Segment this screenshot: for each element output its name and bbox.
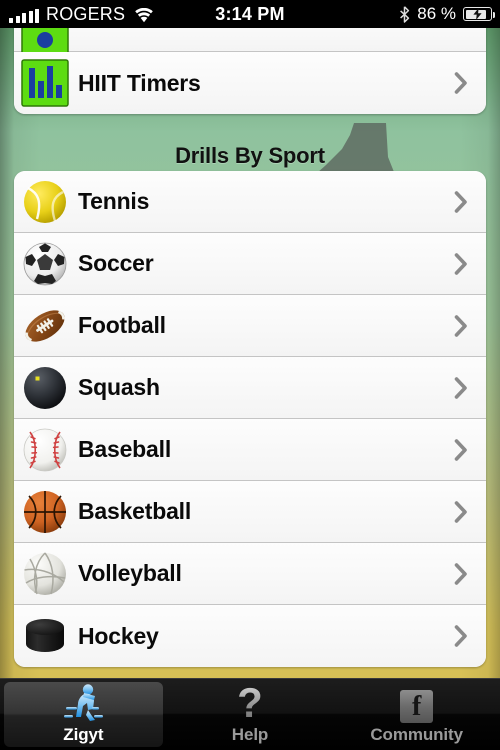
app-screen: ROGERS 3:14 PM 86 % HIIT Timers Drills B… — [0, 0, 500, 750]
list-item-label: HIIT Timers — [78, 69, 201, 96]
hockey-puck-icon — [20, 611, 70, 661]
battery-charging-icon — [463, 7, 495, 21]
list-item-partial[interactable] — [14, 28, 486, 58]
tab-zigyt[interactable]: Zigyt — [0, 679, 167, 750]
baseball-icon — [20, 425, 70, 475]
tab-community[interactable]: f Community — [333, 679, 500, 750]
list-item-basketball[interactable]: Basketball — [14, 481, 486, 543]
section-header-drills-by-sport: Drills By Sport — [175, 143, 325, 168]
list-item-volleyball[interactable]: Volleyball — [14, 543, 486, 605]
chevron-right-icon[interactable] — [454, 562, 468, 585]
runner-icon — [61, 683, 105, 723]
list-item-label: Squash — [78, 374, 160, 400]
scroll-content[interactable]: HIIT Timers Drills By Sport Tennis Socce… — [0, 28, 500, 678]
squash-ball-icon — [20, 363, 70, 413]
chevron-right-icon[interactable] — [454, 314, 468, 337]
chevron-right-icon[interactable] — [454, 500, 468, 523]
soccer-ball-icon — [20, 239, 70, 289]
volleyball-icon — [20, 549, 70, 599]
football-icon — [20, 301, 70, 351]
chevron-right-icon[interactable] — [454, 438, 468, 461]
status-bar: ROGERS 3:14 PM 86 % — [0, 0, 500, 28]
chevron-right-icon[interactable] — [454, 190, 468, 213]
list-item-label: Basketball — [78, 498, 192, 524]
basketball-icon — [20, 487, 70, 537]
list-item-label: Baseball — [78, 436, 172, 462]
list-item-label: Hockey — [78, 622, 159, 649]
tennis-ball-icon — [20, 177, 70, 227]
timers-list-group: HIIT Timers — [14, 28, 486, 114]
chevron-right-icon[interactable] — [454, 72, 468, 94]
list-item-label: Tennis — [78, 188, 150, 214]
bar-chart-icon — [20, 58, 70, 108]
tab-label: Zigyt — [63, 725, 104, 744]
list-item-soccer[interactable]: Soccer — [14, 233, 486, 295]
list-item-label: Football — [78, 312, 166, 338]
list-item-football[interactable]: Football — [14, 295, 486, 357]
list-item-hockey[interactable]: Hockey — [14, 605, 486, 667]
tab-label: Community — [370, 725, 463, 744]
list-item-label: Volleyball — [78, 560, 182, 586]
list-item-tennis[interactable]: Tennis — [14, 171, 486, 233]
clock-label: 3:14 PM — [215, 3, 285, 24]
chevron-right-icon[interactable] — [454, 252, 468, 275]
chevron-right-icon[interactable] — [454, 376, 468, 399]
chevron-right-icon[interactable] — [454, 625, 468, 647]
facebook-icon: f — [395, 683, 439, 723]
tab-label: Help — [231, 725, 269, 744]
list-item-hiit-timers[interactable]: HIIT Timers — [14, 52, 486, 114]
tab-bar: Zigyt ? Help f Community — [0, 678, 500, 750]
sports-list-group: Tennis Soccer Football Squash Baseball B… — [14, 171, 486, 667]
list-item-label: Soccer — [78, 250, 154, 276]
list-item-squash[interactable]: Squash — [14, 357, 486, 419]
tab-help[interactable]: ? Help — [167, 679, 334, 750]
question-mark-icon: ? — [237, 679, 263, 726]
list-item-baseball[interactable]: Baseball — [14, 419, 486, 481]
